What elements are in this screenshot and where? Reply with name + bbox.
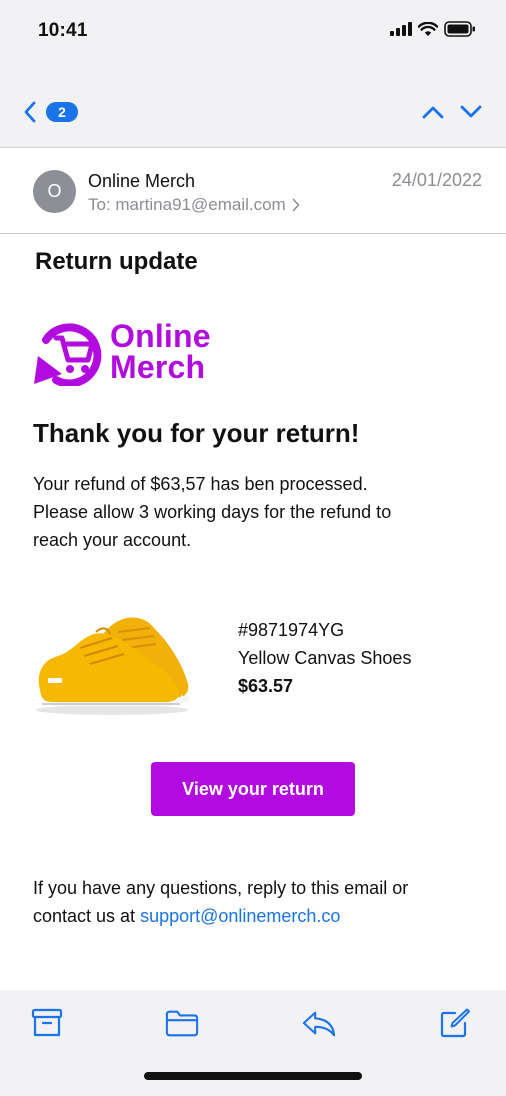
home-indicator[interactable]: [144, 1072, 362, 1080]
reply-button[interactable]: [302, 1006, 336, 1040]
archive-icon: [31, 1008, 63, 1037]
product-price: $63.57: [238, 676, 294, 696]
folder-icon: [165, 1010, 199, 1037]
brand-logo: Online Merch: [32, 318, 211, 386]
refund-message: Your refund of $63,57 has ben processed.…: [33, 470, 453, 554]
archive-button[interactable]: [30, 1006, 64, 1040]
chevron-left-icon: [24, 101, 36, 123]
status-icons: [390, 21, 476, 37]
contact-message-line: contact us at support@onlinemerch.co: [33, 902, 473, 930]
wifi-icon: [418, 21, 438, 36]
headline: Thank you for your return!: [33, 418, 360, 448]
email-header: O Online Merch To: martina91@email.com 2…: [0, 148, 506, 234]
move-to-folder-button[interactable]: [165, 1006, 199, 1040]
email-date: 24/01/2022: [391, 170, 482, 190]
unread-count-badge: 2: [46, 102, 78, 122]
product-name: Yellow Canvas Shoes: [238, 648, 412, 668]
chevron-right-icon: [292, 198, 300, 212]
contact-prefix: contact us at: [33, 906, 141, 926]
reply-icon: [302, 1011, 336, 1037]
contact-message: If you have any questions, reply to this…: [33, 874, 473, 930]
brand-logo-line1: Online: [110, 318, 211, 354]
support-email-link[interactable]: support@onlinemerch.co: [140, 906, 340, 926]
view-return-button[interactable]: View your return: [151, 762, 355, 816]
compose-button[interactable]: [438, 1006, 472, 1040]
back-button[interactable]: [18, 98, 42, 126]
brand-logo-text: Online Merch: [110, 318, 211, 385]
next-message-button[interactable]: [458, 100, 484, 124]
product-image: [36, 617, 190, 715]
bottom-toolbar: [0, 990, 506, 1096]
compose-icon: [440, 1008, 470, 1038]
brand-logo-line2: Merch: [110, 349, 206, 385]
sender-avatar[interactable]: O: [33, 170, 76, 213]
chevron-up-icon: [422, 106, 444, 119]
status-time: 10:41: [38, 20, 88, 41]
top-bar: 10:41 2: [0, 0, 506, 148]
chevron-down-icon: [460, 105, 482, 118]
refund-message-line: reach your account.: [33, 530, 192, 550]
sender-name[interactable]: Online Merch: [88, 171, 195, 192]
recipient-line[interactable]: To: martina91@email.com: [88, 195, 300, 215]
product-order-number: #9871974YG: [238, 620, 345, 640]
previous-message-button[interactable]: [420, 100, 446, 124]
contact-message-line: If you have any questions, reply to this…: [33, 878, 409, 898]
cart-return-logo-icon: [34, 323, 102, 386]
email-subject: Return update: [35, 248, 198, 275]
battery-icon: [444, 21, 475, 37]
recipient-text: To: martina91@email.com: [88, 195, 286, 214]
refund-message-line: Please allow 3 working days for the refu…: [33, 502, 392, 522]
refund-message-line: Your refund of $63,57 has ben processed.: [33, 474, 368, 494]
cellular-signal-icon: [390, 22, 412, 36]
